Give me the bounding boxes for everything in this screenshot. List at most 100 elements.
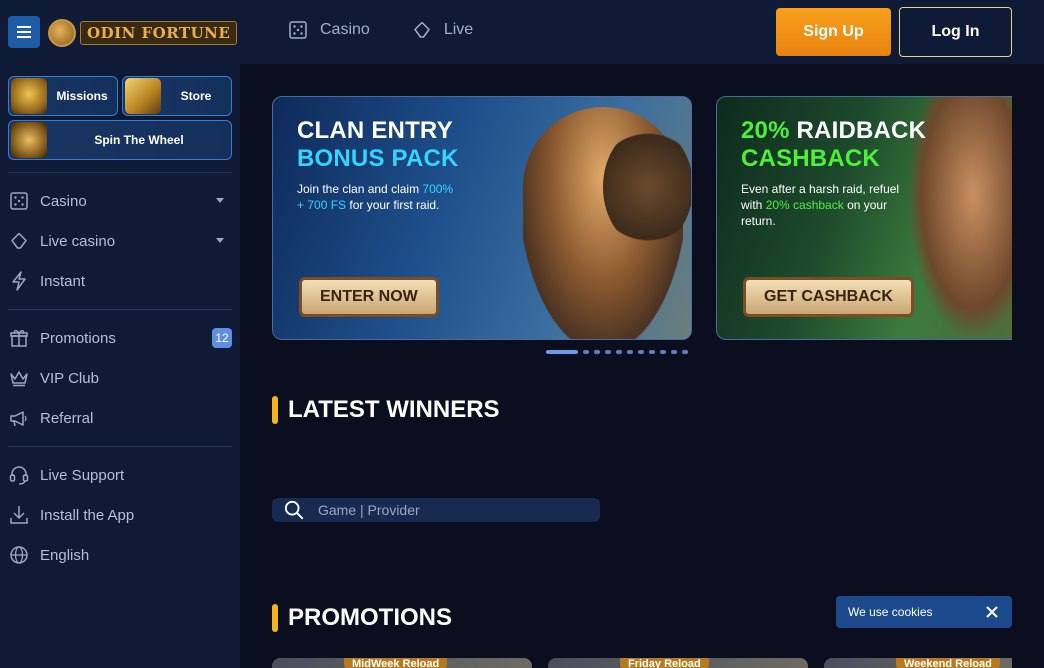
topnav-live[interactable]: Live [412, 20, 473, 40]
viking-shield-image [603, 127, 691, 247]
carousel-dot[interactable] [649, 350, 655, 354]
banner-title-accent: 20% [741, 117, 790, 144]
banner-title: 20% RAIDBACK CASHBACK [741, 117, 926, 173]
get-cashback-button[interactable]: GET CASHBACK [743, 277, 914, 317]
banner-title: CLAN ENTRY BONUS PACK [297, 117, 459, 173]
sidebar-item-referral[interactable]: Referral [8, 398, 232, 438]
promo-banner-clan-entry[interactable]: CLAN ENTRY BONUS PACK Join the clan and … [272, 96, 692, 340]
banner-description: Join the clan and claim 700% + 700 FS fo… [297, 181, 457, 213]
sidebar-item-label: Install the App [40, 506, 135, 524]
latest-winners-heading: LATEST WINNERS [272, 396, 500, 424]
megaphone-icon [8, 408, 30, 428]
banner-title-line2: CASHBACK [741, 145, 880, 172]
sidebar-item-vip-club[interactable]: VIP Club [8, 358, 232, 398]
promotions-heading: PROMOTIONS [272, 604, 452, 632]
chevron-down-icon[interactable] [216, 238, 224, 243]
promo-banner-raidback[interactable]: 20% RAIDBACK CASHBACK Even after a harsh… [716, 96, 1012, 340]
topnav-live-label: Live [443, 21, 474, 38]
banner-title-line1: CLAN ENTRY [297, 117, 453, 144]
sidebar-divider [8, 309, 232, 310]
banner-title-rest: RAIDBACK [789, 117, 927, 144]
dice-icon [288, 20, 308, 40]
gift-box-icon [11, 122, 47, 158]
chip-icon [412, 20, 432, 40]
sidebar-divider [8, 172, 232, 173]
sidebar-item-instant[interactable]: Instant [8, 261, 232, 301]
carousel-dot[interactable] [605, 350, 611, 354]
top-header: ODIN FORTUNE Casino Live Sign Up Log In [0, 0, 1044, 64]
banner-text: Join the clan and claim [297, 182, 423, 196]
close-icon[interactable] [984, 604, 1000, 620]
sidebar-item-label: Instant [40, 272, 86, 290]
heading-accent-bar [272, 604, 278, 632]
sidebar-divider [8, 446, 232, 447]
topnav-casino-label: Casino [320, 21, 370, 38]
crown-icon [8, 368, 30, 388]
game-search-bar[interactable] [272, 498, 600, 522]
promotions-count-badge: 12 [212, 328, 232, 348]
sidebar-item-live-support[interactable]: Live Support [8, 455, 232, 495]
logo-emblem-icon [48, 19, 76, 47]
section-title: LATEST WINNERS [288, 396, 500, 423]
spin-the-wheel-label: Spin The Wheel [94, 133, 184, 147]
enter-now-button[interactable]: ENTER NOW [299, 277, 439, 317]
missions-label: Missions [56, 89, 108, 103]
headset-icon [8, 465, 30, 485]
carousel-dot[interactable] [660, 350, 666, 354]
carousel-dot[interactable] [638, 350, 644, 354]
logo-text: ODIN FORTUNE [80, 21, 238, 45]
sidebar-item-promotions[interactable]: Promotions 12 [8, 318, 232, 358]
spin-the-wheel-tile[interactable]: Spin The Wheel [8, 120, 232, 160]
missions-tile[interactable]: Missions [8, 76, 118, 116]
promo-card-tag: MidWeek Reload [344, 658, 448, 668]
menu-toggle-button[interactable] [8, 16, 40, 48]
search-icon [284, 500, 304, 520]
cookie-notice: We use cookies [836, 596, 1012, 628]
site-logo[interactable]: ODIN FORTUNE [48, 17, 238, 49]
sidebar-item-label: Live casino [40, 232, 116, 250]
banner-title-line2: BONUS PACK [297, 145, 459, 172]
log-in-button[interactable]: Log In [899, 7, 1012, 57]
sidebar-item-install-app[interactable]: Install the App [8, 495, 232, 535]
top-nav: Casino Live [288, 20, 473, 40]
carousel-dot[interactable] [627, 350, 633, 354]
carousel-dot[interactable] [682, 350, 688, 354]
gold-bars-icon [125, 78, 161, 114]
sidebar-item-label: VIP Club [40, 369, 99, 387]
promo-card-tag: Friday Reload [620, 658, 709, 668]
sign-up-button[interactable]: Sign Up [776, 8, 891, 56]
section-title: PROMOTIONS [288, 604, 453, 631]
topnav-casino[interactable]: Casino [288, 20, 370, 40]
gift-icon [8, 328, 30, 348]
carousel-dot[interactable] [583, 350, 589, 354]
chevron-down-icon[interactable] [216, 198, 224, 203]
promo-card[interactable]: Friday Reload [548, 658, 808, 668]
carousel-dot[interactable] [594, 350, 600, 354]
sidebar: Missions Store Spin The Wheel Casino Liv… [0, 64, 240, 668]
search-input[interactable] [318, 502, 578, 518]
missions-icon [11, 78, 47, 114]
sidebar-item-label: Referral [40, 409, 94, 427]
heading-accent-bar [272, 396, 278, 424]
chip-icon [8, 231, 30, 251]
dice-icon [8, 191, 30, 211]
lightning-icon [8, 271, 30, 291]
banner-description: Even after a harsh raid, refuel with 20%… [741, 181, 901, 229]
carousel-dot[interactable] [546, 350, 578, 354]
promo-card-tag: Weekend Reload [896, 658, 1000, 668]
banner-text: for your first raid. [346, 198, 440, 212]
carousel-pagination [546, 350, 688, 354]
carousel-dot[interactable] [616, 350, 622, 354]
globe-icon [8, 545, 30, 565]
sidebar-item-label: Casino [40, 192, 87, 210]
store-tile[interactable]: Store [122, 76, 232, 116]
promo-card[interactable]: MidWeek Reload [272, 658, 532, 668]
banner-text-highlight: 20% cashback [765, 198, 844, 212]
sidebar-item-language[interactable]: English [8, 535, 232, 575]
promo-card[interactable]: Weekend Reload [824, 658, 1012, 668]
store-label: Store [180, 89, 212, 103]
sidebar-item-casino[interactable]: Casino [8, 181, 232, 221]
cookie-text: We use cookies [848, 605, 933, 619]
carousel-dot[interactable] [671, 350, 677, 354]
sidebar-item-live-casino[interactable]: Live casino [8, 221, 232, 261]
